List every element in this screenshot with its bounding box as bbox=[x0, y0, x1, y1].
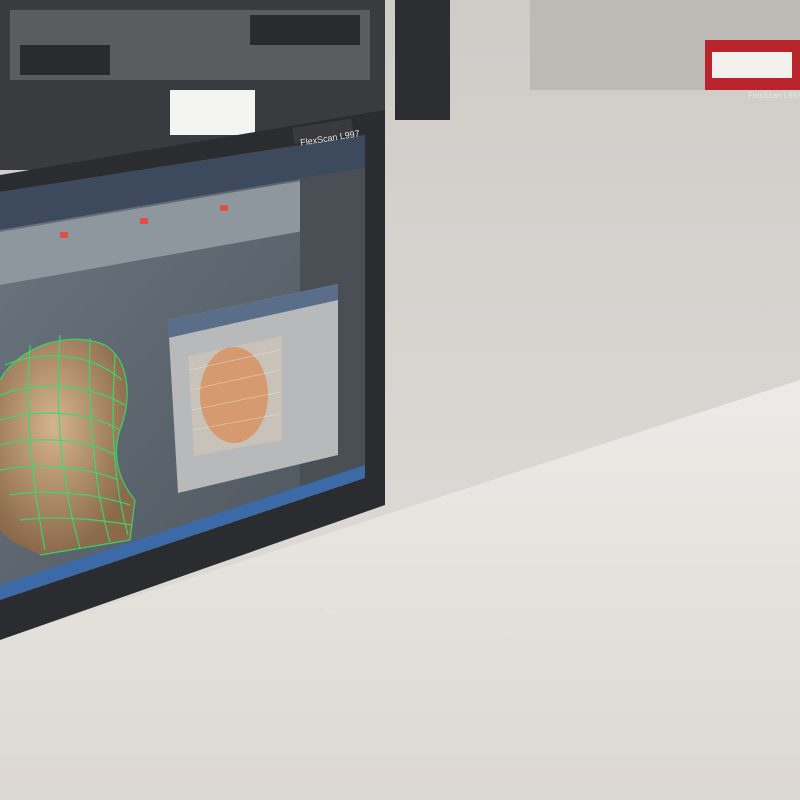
photo-scene: FlexScan L997 FlexScan L997 hp bbox=[0, 0, 800, 800]
keyboard-brand: hp bbox=[326, 607, 335, 616]
right-monitor-badge: FlexScan L997 bbox=[748, 91, 800, 100]
wireframe-head bbox=[0, 334, 136, 556]
scene-illustration bbox=[0, 0, 800, 800]
equipment-label bbox=[170, 90, 255, 135]
